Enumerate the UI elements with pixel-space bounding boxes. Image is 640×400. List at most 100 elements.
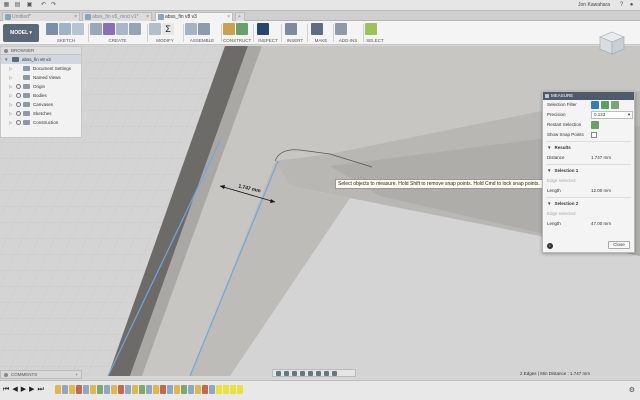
timeline-feature[interactable] (132, 385, 138, 394)
pan-icon[interactable] (292, 370, 297, 376)
orbit-icon[interactable] (276, 370, 281, 376)
play-icon[interactable]: ▶ (21, 386, 26, 394)
browser-item-document-settings[interactable]: ▷ Document Settings (1, 64, 81, 73)
timeline-feature[interactable] (83, 385, 89, 394)
visibility-icon[interactable] (16, 111, 21, 116)
timeline-feature[interactable] (111, 385, 117, 394)
collapse-icon[interactable] (4, 373, 8, 377)
browser-item-construction[interactable]: ▷ Construction (1, 118, 81, 127)
help-icon[interactable]: ? (618, 2, 625, 9)
close-icon[interactable]: × (227, 13, 230, 21)
timeline-feature[interactable] (146, 385, 152, 394)
insert-group[interactable]: INSERT (285, 22, 305, 44)
expand-triangle-icon[interactable]: ▷ (9, 64, 12, 73)
redo-icon[interactable]: ↷ (50, 2, 57, 9)
make-group[interactable]: MAKE (311, 22, 331, 44)
gear-icon[interactable]: ⚙ (629, 386, 635, 394)
display-settings-icon[interactable] (316, 370, 321, 376)
workspace-switcher[interactable]: MODEL ▾ (3, 24, 39, 42)
create-group[interactable]: CREATE (90, 22, 145, 44)
sketch-group[interactable]: SKETCH (46, 22, 86, 44)
notification-icon[interactable]: ● (628, 2, 635, 9)
select-group[interactable]: SELECT (365, 22, 385, 44)
zoom-icon[interactable] (300, 370, 305, 376)
inspect-group[interactable]: INSPECT (257, 22, 279, 44)
document-tab-active[interactable]: abss_fin v8 v3 × (155, 12, 233, 21)
timeline-feature[interactable] (76, 385, 82, 394)
timeline-feature[interactable] (62, 385, 68, 394)
collapse-triangle-icon[interactable]: ▼ (4, 55, 8, 64)
undo-icon[interactable]: ↶ (40, 2, 47, 9)
timeline-feature-selected[interactable] (237, 385, 243, 394)
expand-triangle-icon[interactable]: ▷ (9, 109, 12, 118)
visibility-icon[interactable] (16, 102, 21, 107)
collapse-icon[interactable] (4, 49, 8, 53)
expand-triangle-icon[interactable]: ▷ (9, 73, 12, 82)
timeline-feature[interactable] (69, 385, 75, 394)
file-icon[interactable]: ▤ (14, 2, 21, 9)
look-at-icon[interactable] (284, 370, 289, 376)
timeline-feature[interactable] (104, 385, 110, 394)
timeline-feature[interactable] (139, 385, 145, 394)
document-tab[interactable]: Untitled* × (2, 12, 80, 21)
viewports-icon[interactable] (332, 370, 337, 376)
expand-triangle-icon[interactable]: ▷ (9, 91, 12, 100)
measure-header[interactable]: MEASURE (543, 92, 634, 100)
browser-item-origin[interactable]: ▷ Origin (1, 82, 81, 91)
assemble-group[interactable]: ASSEMBLE (185, 22, 219, 44)
selection-2-section-header[interactable]: ▼ Selection 2 (543, 199, 634, 209)
expand-triangle-icon[interactable]: ▷ (9, 82, 12, 91)
timeline-feature[interactable] (90, 385, 96, 394)
browser-root[interactable]: ▼ abss_fin v8 v3 (1, 55, 81, 64)
add-ins-group[interactable]: ADD-INS (335, 22, 361, 44)
filter-face-icon[interactable] (591, 101, 599, 109)
expand-triangle-icon[interactable]: ▷ (9, 100, 12, 109)
results-section-header[interactable]: ▼ Results (543, 143, 634, 153)
user-name[interactable]: Jon Kawahara (578, 2, 610, 8)
app-grid-icon[interactable]: ▦ (3, 2, 10, 9)
timeline-feature-selected[interactable] (230, 385, 236, 394)
browser-header[interactable]: BROWSER (1, 47, 81, 55)
timeline-feature-selected[interactable] (216, 385, 222, 394)
timeline-feature[interactable] (209, 385, 215, 394)
timeline-feature[interactable] (202, 385, 208, 394)
new-tab-button[interactable]: + (235, 12, 245, 21)
visibility-icon[interactable] (16, 84, 21, 89)
browser-item-named-views[interactable]: ▷ Named Views (1, 73, 81, 82)
filter-body-icon[interactable] (611, 101, 619, 109)
timeline-feature[interactable] (160, 385, 166, 394)
precision-select[interactable]: 0.123 ▼ (591, 111, 633, 119)
timeline-feature[interactable] (55, 385, 61, 394)
filter-edge-icon[interactable] (601, 101, 609, 109)
timeline-feature[interactable] (188, 385, 194, 394)
browser-item-canvases[interactable]: ▷ Canvases (1, 100, 81, 109)
visibility-icon[interactable] (16, 93, 21, 98)
timeline-feature[interactable] (118, 385, 124, 394)
document-tab[interactable]: abss_fin v6_mod v1* × (82, 12, 152, 21)
timeline-feature[interactable] (181, 385, 187, 394)
go-to-start-icon[interactable]: ⏮ (3, 386, 9, 394)
view-cube[interactable] (598, 30, 626, 56)
comments-panel[interactable]: COMMENTS + (0, 370, 82, 379)
info-icon[interactable]: i (547, 243, 553, 249)
close-icon[interactable]: × (146, 13, 149, 21)
timeline-feature[interactable] (167, 385, 173, 394)
construct-group[interactable]: CONSTRUCT (223, 22, 251, 44)
go-to-end-icon[interactable]: ⏭ (37, 386, 43, 394)
save-icon[interactable]: ▣ (26, 2, 33, 9)
restart-icon[interactable] (591, 121, 599, 129)
browser-item-bodies[interactable]: ▷ Bodies (1, 91, 81, 100)
selection-1-section-header[interactable]: ▼ Selection 1 (543, 166, 634, 176)
close-button[interactable]: Close (608, 241, 630, 249)
timeline-feature[interactable] (174, 385, 180, 394)
step-forward-icon[interactable]: ▶ (29, 386, 34, 394)
timeline-feature[interactable] (195, 385, 201, 394)
timeline-feature[interactable] (125, 385, 131, 394)
close-icon[interactable]: × (74, 13, 77, 21)
step-back-icon[interactable]: ◀ (12, 386, 17, 394)
timeline-feature-selected[interactable] (223, 385, 229, 394)
timeline-feature[interactable] (153, 385, 159, 394)
browser-item-sketches[interactable]: ▷ Sketches (1, 109, 81, 118)
modify-group[interactable]: Σ MODIFY (149, 22, 181, 44)
fit-icon[interactable] (308, 370, 313, 376)
